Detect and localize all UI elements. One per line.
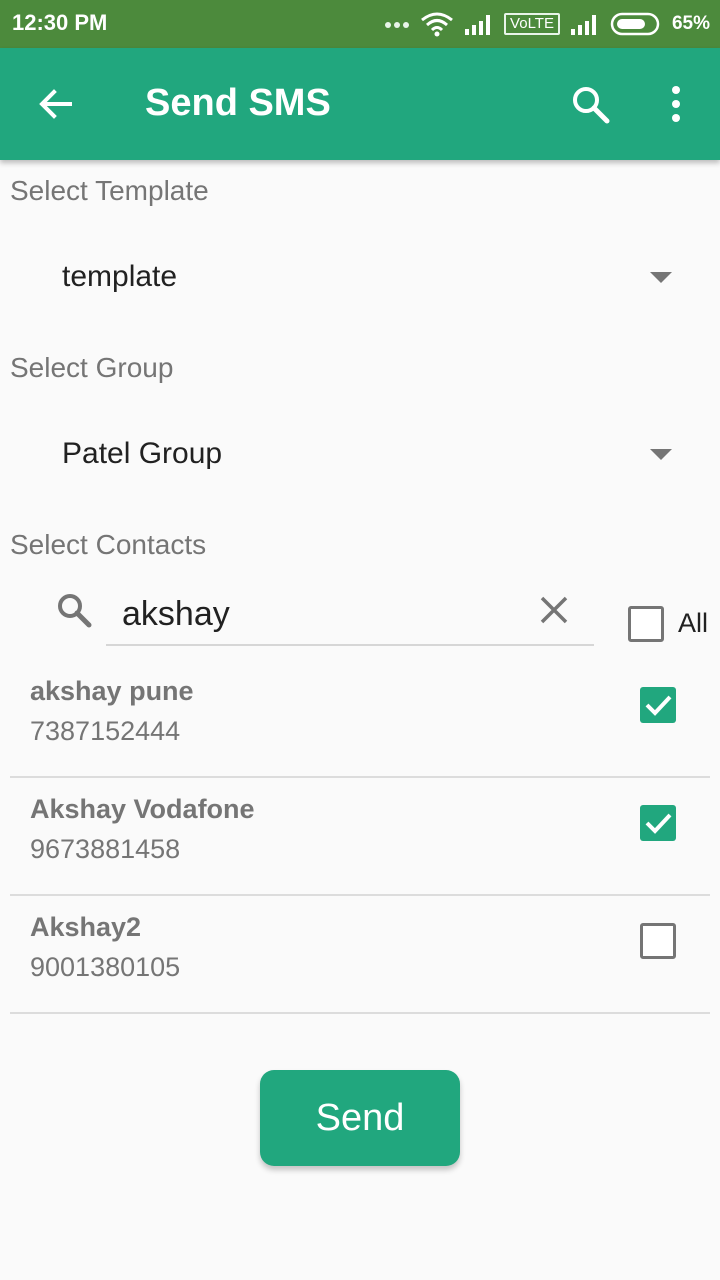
wifi-icon [421, 12, 453, 37]
contact-checkbox[interactable] [640, 805, 676, 841]
contact-search-input[interactable] [106, 584, 594, 646]
more-vert-icon [672, 86, 680, 122]
send-button[interactable]: Send [260, 1070, 460, 1166]
status-icons: VoLTE 65% [384, 0, 710, 48]
group-selected-value: Patel Group [62, 437, 223, 470]
dropdown-arrow-icon [650, 272, 672, 283]
group-dropdown[interactable]: Patel Group [0, 415, 720, 495]
contact-checkbox[interactable] [640, 687, 676, 723]
template-dropdown[interactable]: template [0, 238, 720, 318]
contact-row[interactable]: Akshay2 9001380105 [10, 896, 710, 1014]
template-selected-value: template [62, 260, 178, 293]
page-title: Send SMS [145, 82, 331, 124]
contact-name: akshay pune [30, 676, 194, 706]
dots-icon [385, 22, 410, 28]
contact-phone: 9001380105 [30, 952, 181, 982]
template-label: Select Template [10, 175, 209, 206]
battery-icon [610, 12, 660, 36]
back-button[interactable] [30, 78, 82, 130]
select-all-checkbox[interactable] [628, 606, 664, 642]
contacts-label: Select Contacts [10, 529, 207, 560]
search-icon [573, 87, 610, 124]
contact-phone: 7387152444 [30, 716, 181, 746]
contact-search-row: All [0, 578, 720, 650]
check-icon [645, 695, 672, 716]
signal-icon [465, 15, 491, 35]
contact-name: Akshay2 [30, 912, 142, 942]
signal-icon [570, 15, 596, 35]
volte-icon: VoLTE [504, 13, 560, 35]
close-icon [540, 596, 568, 624]
battery-percent: 65% [671, 13, 710, 34]
contact-row[interactable]: Akshay Vodafone 9673881458 [10, 778, 710, 896]
contact-checkbox[interactable] [640, 923, 676, 959]
back-arrow-icon [39, 89, 72, 119]
dropdown-arrow-icon [650, 449, 672, 460]
search-icon [58, 594, 92, 628]
check-icon [645, 813, 672, 834]
search-button[interactable] [566, 80, 614, 128]
select-all-label: All [678, 608, 709, 638]
app-bar: Send SMS [0, 48, 720, 160]
group-label: Select Group [10, 352, 174, 383]
status-time: 12:30 PM [12, 10, 108, 35]
contact-name: Akshay Vodafone [30, 794, 255, 824]
status-bar: 12:30 PM VoLTE 65% [0, 0, 720, 48]
more-options-button[interactable] [656, 80, 696, 128]
contact-phone: 9673881458 [30, 834, 181, 864]
contact-row[interactable]: akshay pune 7387152444 [10, 660, 710, 778]
clear-search-button[interactable] [534, 590, 574, 630]
